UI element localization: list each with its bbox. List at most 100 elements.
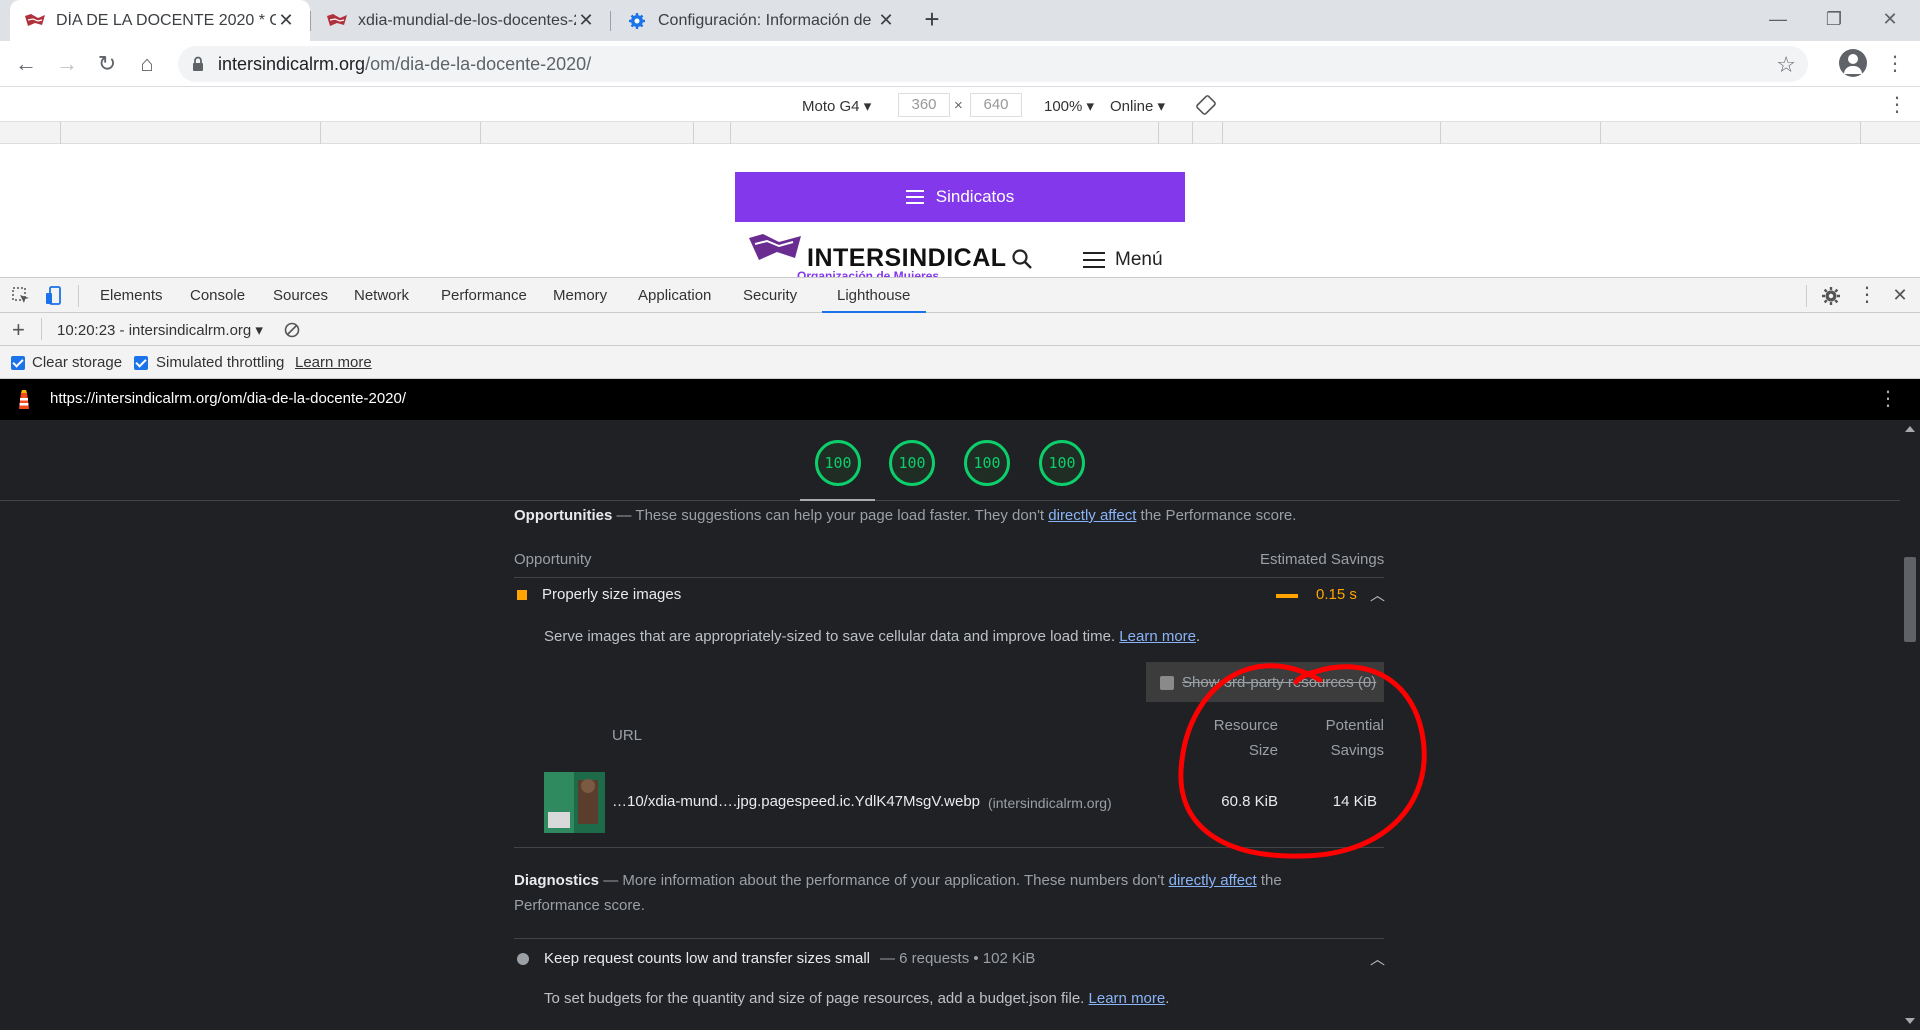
network-value: Online <box>1110 98 1154 115</box>
score-gauge-best-practices[interactable]: 100 <box>964 440 1010 486</box>
clear-storage-label: Clear storage <box>32 354 123 371</box>
toolbar-divider <box>1806 285 1807 307</box>
ruler-tick <box>1600 122 1601 144</box>
diagnostics-directly-affect-link[interactable]: directly affect <box>1169 872 1257 889</box>
third-party-filter[interactable]: Show 3rd-party resources (0) <box>1146 662 1384 702</box>
opportunities-desc-before: These suggestions can help your page loa… <box>635 507 1049 524</box>
address-url: intersindicalrm.org/om/dia-de-la-docente… <box>218 54 591 75</box>
scroll-down-arrow-icon[interactable] <box>1905 1018 1915 1024</box>
resource-thumbnail[interactable] <box>544 772 605 833</box>
score-gauge-seo[interactable]: 100 <box>1039 440 1085 486</box>
hamburger-icon <box>905 190 924 204</box>
browser-tab-1[interactable]: DÍA DE LA DOCENTE 2020 * OM ✕ <box>10 0 310 41</box>
site-menu-button[interactable]: Menú <box>1083 249 1163 271</box>
audit-title: Properly size images <box>542 586 682 603</box>
report-selector[interactable]: 10:20:23 - intersindicalrm.org ▾ <box>57 321 263 339</box>
home-icon[interactable]: ⌂ <box>131 48 163 80</box>
minimize-icon[interactable]: — <box>1760 4 1796 34</box>
tab-close-icon[interactable]: ✕ <box>276 10 296 31</box>
rotate-icon[interactable] <box>1196 95 1216 115</box>
col-resource-size-2: Size <box>1248 742 1278 759</box>
network-select[interactable]: Online ▾ <box>1110 97 1165 115</box>
device-select[interactable]: Moto G4 ▾ <box>802 97 871 115</box>
forward-icon[interactable]: → <box>51 48 83 80</box>
sindicatos-bar[interactable]: Sindicatos <box>735 172 1185 222</box>
tab-close-icon[interactable]: ✕ <box>576 10 596 31</box>
mobile-page-preview: Sindicatos INTERSINDICAL Organización de… <box>735 172 1185 277</box>
tab-application[interactable]: Application <box>638 287 711 304</box>
browser-menu-icon[interactable]: ⋮ <box>1885 49 1905 79</box>
tab-security[interactable]: Security <box>743 287 797 304</box>
toolbar-divider <box>78 285 79 307</box>
score-gauge-performance[interactable]: 100 <box>815 440 861 486</box>
ruler-tick <box>1158 122 1159 144</box>
devtools-settings-gear-icon[interactable] <box>1821 286 1841 306</box>
tab-elements[interactable]: Elements <box>100 287 163 304</box>
collapse-chevron-icon[interactable]: ︿ <box>1370 584 1385 605</box>
ruler-tick <box>1222 122 1223 144</box>
informative-circle-icon <box>517 953 529 965</box>
diagnostics-desc-line2: Performance score. <box>514 897 645 914</box>
address-bar[interactable]: intersindicalrm.org/om/dia-de-la-docente… <box>178 46 1808 82</box>
clear-reports-icon[interactable] <box>284 322 300 338</box>
resource-url[interactable]: …10/xdia-mund….jpg.pagespeed.ic.YdlK47Ms… <box>612 793 980 810</box>
learn-more-link[interactable]: Learn more <box>295 354 372 371</box>
device-width-input[interactable]: 360 <box>898 93 950 117</box>
report-scrollbar[interactable] <box>1900 420 1920 1030</box>
inspect-element-icon[interactable] <box>11 286 31 306</box>
search-icon[interactable] <box>1011 248 1033 270</box>
lighthouse-toolbar: + 10:20:23 - intersindicalrm.org ▾ <box>0 313 1920 346</box>
devtools-close-icon[interactable]: ✕ <box>1890 280 1910 310</box>
close-window-icon[interactable]: ✕ <box>1872 4 1908 34</box>
audit-learn-more-link[interactable]: Learn more <box>1119 628 1196 645</box>
tab-lighthouse[interactable]: Lighthouse <box>837 287 910 304</box>
score-gauge-accessibility[interactable]: 100 <box>889 440 935 486</box>
opportunities-title: Opportunities <box>514 507 613 524</box>
address-path: /om/dia-de-la-docente-2020/ <box>365 54 592 74</box>
simulated-throttling-checkbox[interactable] <box>134 356 148 370</box>
audit-desc-text: Serve images that are appropriately-size… <box>544 628 1120 645</box>
diagnostic-learn-more-link[interactable]: Learn more <box>1089 990 1166 1007</box>
restore-icon[interactable]: ❐ <box>1816 4 1852 34</box>
device-toolbar-menu-icon[interactable]: ⋮ <box>1887 90 1907 120</box>
device-height-input[interactable]: 640 <box>970 93 1022 117</box>
device-toggle-icon[interactable] <box>44 286 64 306</box>
tab-console[interactable]: Console <box>190 287 245 304</box>
emulated-viewport: Sindicatos INTERSINDICAL Organización de… <box>0 144 1920 277</box>
audit-savings: 0.15 s <box>1316 586 1357 603</box>
zoom-select[interactable]: 100% ▾ <box>1044 97 1094 115</box>
tab-performance[interactable]: Performance <box>441 287 527 304</box>
sindicatos-label: Sindicatos <box>935 187 1015 206</box>
divider <box>514 577 1384 578</box>
report-menu-icon[interactable]: ⋮ <box>1878 384 1898 414</box>
diagnostic-desc-text: To set budgets for the quantity and size… <box>544 990 1089 1007</box>
col-url: URL <box>612 727 643 744</box>
browser-tab-3[interactable]: Configuración: Información de Ch ✕ <box>612 0 910 41</box>
devtools-menu-icon[interactable]: ⋮ <box>1857 280 1877 310</box>
settings-gear-icon <box>629 12 645 29</box>
collapse-chevron-icon[interactable]: ︿ <box>1370 948 1385 969</box>
clear-storage-checkbox[interactable] <box>11 356 25 370</box>
divider <box>514 847 1384 848</box>
new-tab-button[interactable]: + <box>918 6 946 34</box>
ruler-tick <box>1192 122 1193 144</box>
report-url[interactable]: https://intersindicalrm.org/om/dia-de-la… <box>50 390 406 407</box>
scroll-up-arrow-icon[interactable] <box>1905 426 1915 432</box>
tab-memory[interactable]: Memory <box>553 287 607 304</box>
browser-tab-2[interactable]: xdia-mundial-de-los-docentes-20 ✕ <box>312 0 610 41</box>
directly-affect-link[interactable]: directly affect <box>1048 507 1136 524</box>
tab-close-icon[interactable]: ✕ <box>876 10 896 31</box>
diagnostics-desc-before: More information about the performance o… <box>622 872 1169 889</box>
profile-avatar-icon[interactable] <box>1839 49 1867 77</box>
back-icon[interactable]: ← <box>10 48 42 80</box>
bookmark-star-icon[interactable]: ☆ <box>1776 52 1796 78</box>
third-party-label: Show 3rd-party resources (0) <box>1182 674 1377 691</box>
tab-network[interactable]: Network <box>354 287 409 304</box>
tab-sources[interactable]: Sources <box>273 287 328 304</box>
ruler-tick <box>693 122 694 144</box>
reload-icon[interactable]: ↻ <box>91 48 123 80</box>
browser-tab-title: DÍA DE LA DOCENTE 2020 * OM <box>56 11 276 29</box>
new-report-icon[interactable]: + <box>12 317 25 343</box>
scrollbar-thumb[interactable] <box>1904 557 1916 642</box>
third-party-checkbox[interactable] <box>1160 676 1174 690</box>
